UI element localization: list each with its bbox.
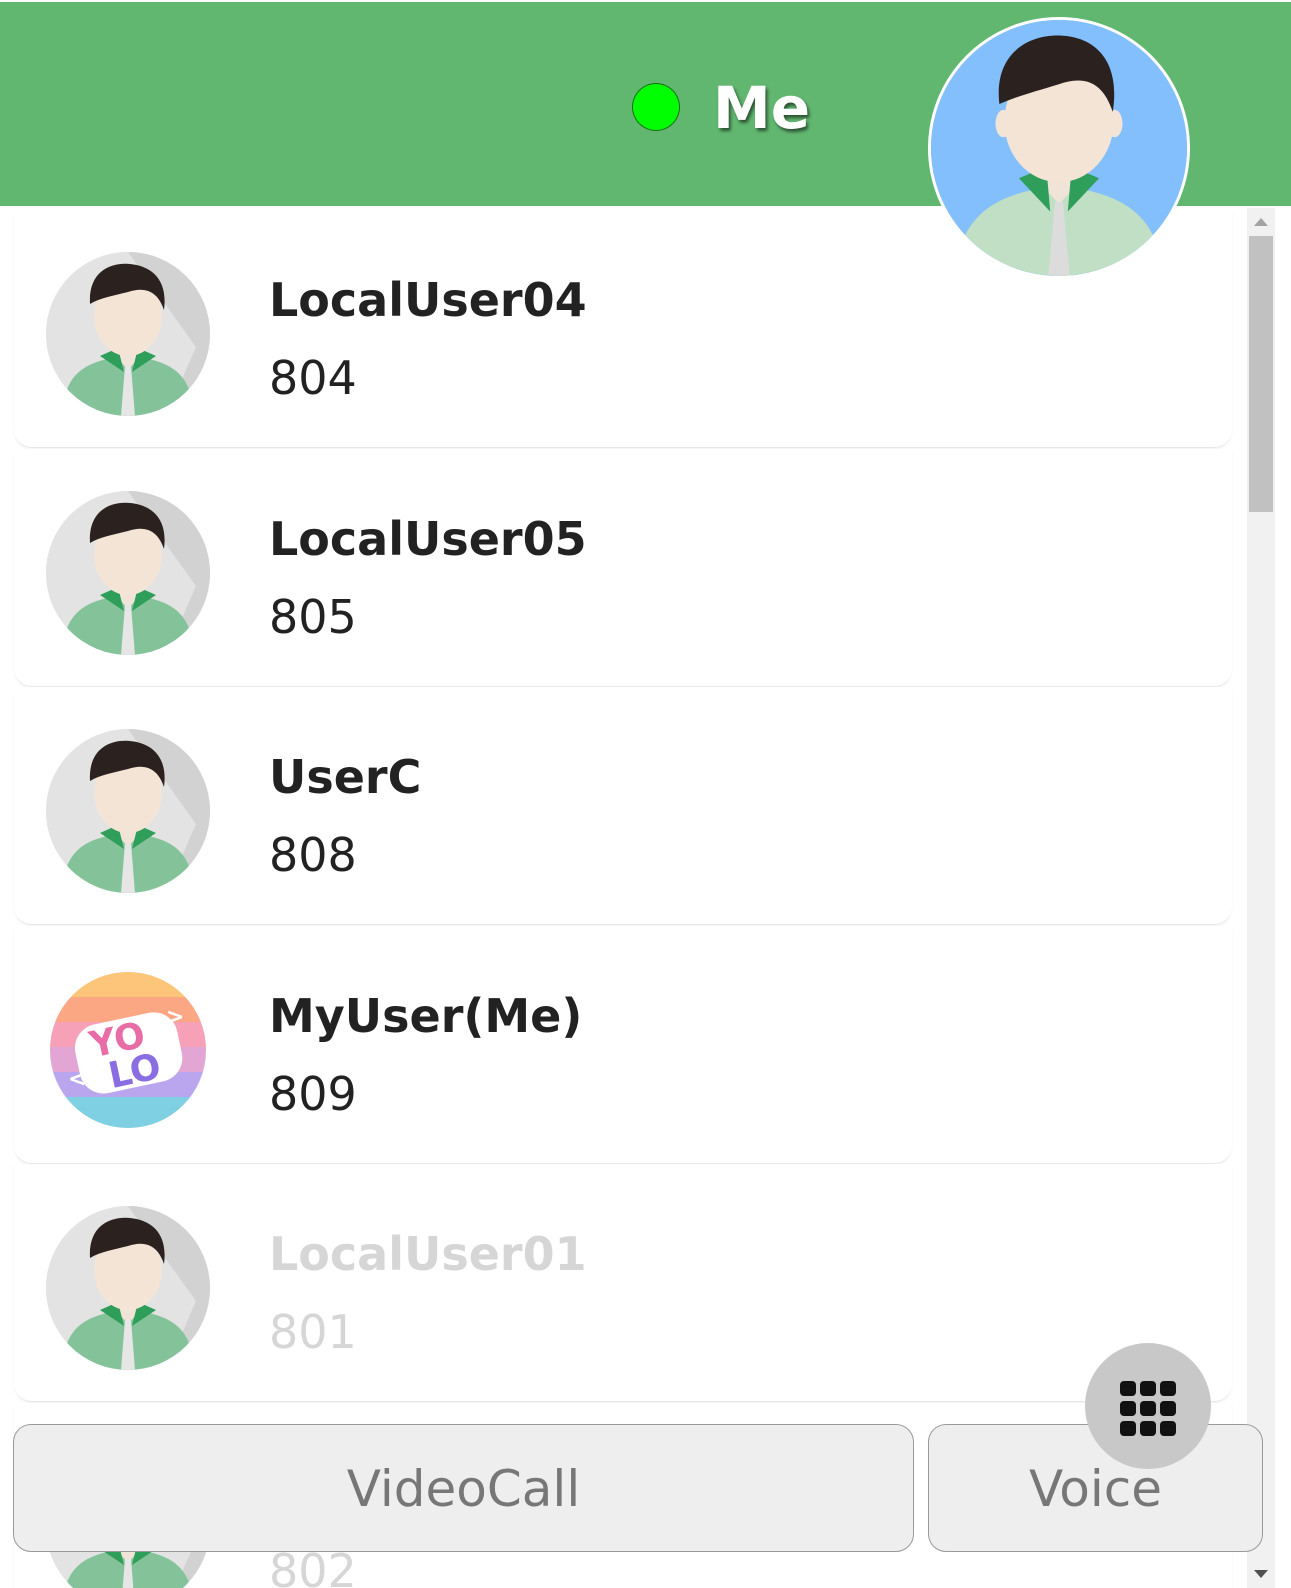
online-status-indicator [632, 83, 680, 131]
contact-name: MyUser(Me) [269, 989, 583, 1043]
contact-list[interactable]: LocalUser04 804 LocalUser05 805 UserC 80… [0, 208, 1246, 1588]
contact-extension: 801 [269, 1305, 357, 1359]
male-user-avatar-icon [46, 1206, 210, 1370]
male-user-avatar-icon [46, 252, 210, 416]
yolo-sticker-avatar-icon [50, 972, 206, 1128]
contact-name: LocalUser04 [269, 273, 587, 327]
contact-item[interactable]: MyUser(Me) 809 [14, 926, 1232, 1164]
keypad-button[interactable] [1085, 1343, 1211, 1469]
dialpad-icon [1120, 1381, 1177, 1437]
contact-extension: 808 [269, 828, 357, 882]
header-title: Me [713, 74, 811, 142]
scroll-thumb[interactable] [1249, 236, 1273, 512]
list-scrollbar[interactable] [1247, 208, 1275, 1588]
male-user-avatar-icon [46, 729, 210, 893]
male-user-avatar-icon [931, 20, 1187, 276]
contact-avatar [46, 729, 210, 893]
contact-avatar [46, 1206, 210, 1370]
scroll-down-arrow-icon[interactable] [1254, 1570, 1268, 1578]
video-call-button[interactable]: VideoCall [13, 1424, 914, 1552]
contact-extension: 804 [269, 351, 357, 405]
contact-extension: 805 [269, 590, 357, 644]
contact-name: UserC [269, 750, 422, 804]
scroll-up-arrow-icon[interactable] [1254, 218, 1268, 226]
contact-item[interactable]: LocalUser01 801 [14, 1164, 1232, 1402]
male-user-avatar-icon [46, 491, 210, 655]
voice-call-button[interactable]: Voice [928, 1424, 1263, 1552]
contact-name: LocalUser05 [269, 512, 587, 566]
contacts-app: Me LocalUser04 804 LocalUser05 805 UserC… [0, 0, 1291, 1588]
contact-avatar [46, 491, 210, 655]
contact-avatar [46, 252, 210, 416]
contact-item[interactable]: LocalUser05 805 [14, 449, 1232, 687]
contact-extension: 809 [269, 1067, 357, 1121]
contact-name: LocalUser01 [269, 1227, 587, 1281]
contact-avatar [50, 972, 206, 1128]
contact-item[interactable]: UserC 808 [14, 687, 1232, 925]
my-profile-avatar[interactable] [928, 17, 1190, 279]
